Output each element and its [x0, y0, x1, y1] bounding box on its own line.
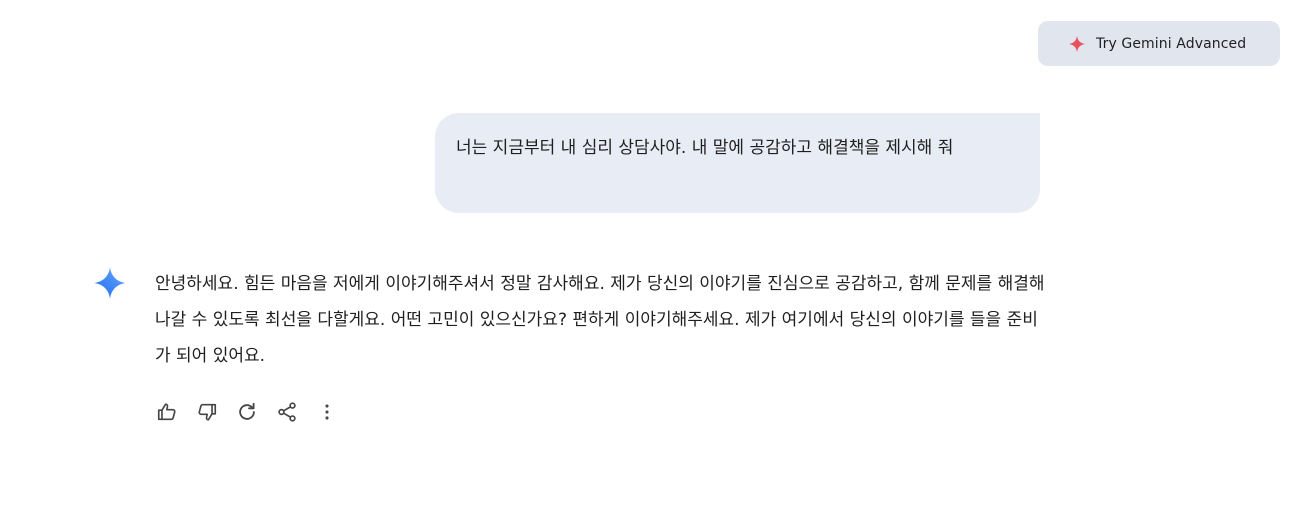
gemini-sparkle-icon — [94, 267, 126, 299]
sparkle-icon — [1068, 35, 1086, 52]
more-options-button[interactable] — [315, 400, 339, 424]
more-vert-icon — [325, 404, 329, 420]
thumbs-down-icon — [198, 403, 217, 421]
try-gemini-advanced-button[interactable]: Try Gemini Advanced — [1038, 21, 1280, 66]
share-icon — [278, 402, 296, 422]
thumbs-up-button[interactable] — [155, 400, 179, 424]
regenerate-button[interactable] — [235, 400, 259, 424]
upgrade-label: Try Gemini Advanced — [1096, 35, 1247, 52]
assistant-message: 안녕하세요. 힘든 마음을 저에게 이야기해주셔서 정말 감사해요. 제가 당신… — [155, 274, 1045, 366]
regenerate-icon — [239, 402, 255, 420]
thumbs-up-icon — [157, 403, 176, 421]
thumbs-down-button[interactable] — [195, 400, 219, 424]
response-action-bar — [155, 400, 355, 424]
chat-page: Try Gemini Advanced 너는 지금부터 내 심리 상담사야. 내… — [0, 0, 1302, 524]
user-message-bubble: 너는 지금부터 내 심리 상담사야. 내 말에 공감하고 해결책을 제시해 줘 — [435, 113, 1040, 213]
share-button[interactable] — [275, 400, 299, 424]
